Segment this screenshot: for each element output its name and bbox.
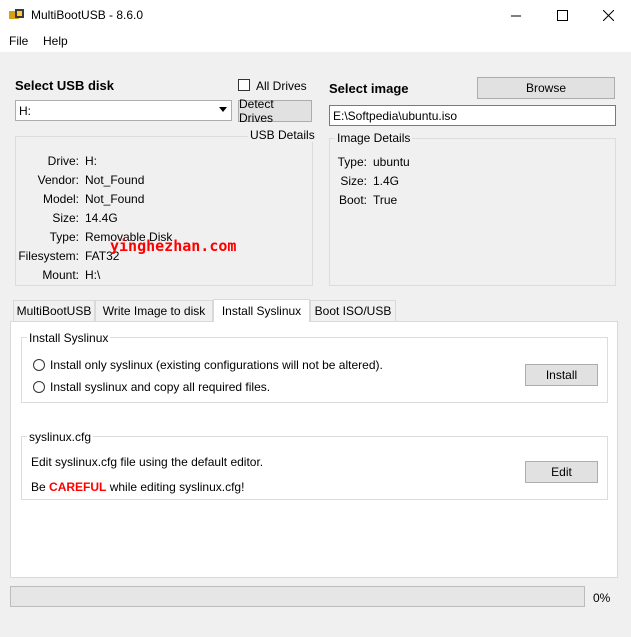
image-field-label: Boot: — [338, 193, 367, 207]
image-field-value: True — [373, 193, 398, 207]
image-field-value: 1.4G — [373, 174, 400, 188]
tab-install-syslinux[interactable]: Install Syslinux — [213, 299, 310, 322]
dropdown-arrow-icon — [219, 107, 227, 112]
cfg-warning-suffix: while editing syslinux.cfg! — [109, 480, 245, 494]
menu-help[interactable]: Help — [43, 34, 68, 48]
watermark-text: yinghezhan.com — [110, 237, 237, 255]
usb-field-label: Size: — [52, 211, 79, 225]
usb-field-label: Filesystem: — [18, 249, 79, 263]
install-syslinux-title: Install Syslinux — [27, 331, 111, 345]
option-install-copy-label: Install syslinux and copy all required f… — [50, 380, 271, 394]
edit-button[interactable]: Edit — [525, 461, 598, 483]
select-image-heading: Select image — [329, 81, 409, 96]
install-syslinux-group: Install only syslinux (existing configur… — [21, 337, 608, 403]
option-install-only-label: Install only syslinux (existing configur… — [50, 358, 383, 372]
image-field-label: Type: — [337, 155, 367, 169]
menu-file[interactable]: File — [9, 34, 28, 48]
usb-field-label: Drive: — [47, 154, 79, 168]
image-details-labels: Type: Size: Boot: — [330, 153, 367, 210]
image-path-value: E:\Softpedia\ubuntu.iso — [333, 109, 458, 123]
tab-boot-iso-usb[interactable]: Boot ISO/USB — [310, 300, 396, 321]
usb-field-value: 14.4G — [85, 211, 118, 225]
progress-bar — [10, 586, 585, 607]
usb-field-value: Not_Found — [85, 173, 145, 187]
image-field-value: ubuntu — [373, 155, 410, 169]
tab-multibootusb[interactable]: MultiBootUSB — [13, 300, 95, 321]
radio-install-only-syslinux[interactable] — [33, 359, 45, 371]
usb-field-label: Vendor: — [37, 173, 79, 187]
usb-disk-heading: Select USB disk — [15, 78, 114, 93]
usb-field-label: Type: — [49, 230, 79, 244]
close-button[interactable] — [585, 0, 631, 30]
install-button[interactable]: Install — [525, 364, 598, 386]
detect-drives-button[interactable]: Detect Drives — [238, 97, 312, 125]
window-title: MultiBootUSB - 8.6.0 — [31, 8, 144, 22]
menu-bar — [0, 30, 631, 52]
usb-details-group: Drive: Vendor: Model: Size: Type: Filesy… — [15, 136, 313, 286]
image-field-label: Size: — [340, 174, 367, 188]
all-drives-label: All Drives — [256, 79, 307, 93]
app-logo-icon — [9, 9, 24, 19]
tab-write-image[interactable]: Write Image to disk — [95, 300, 213, 321]
image-path-input[interactable]: E:\Softpedia\ubuntu.iso — [329, 105, 616, 126]
usb-disk-selected-value: H: — [19, 104, 31, 118]
tab-panel: Install only syslinux (existing configur… — [10, 321, 618, 578]
usb-details-title: USB Details — [248, 128, 317, 142]
cfg-description: Edit syslinux.cfg file using the default… — [31, 455, 264, 469]
minimize-icon — [510, 15, 521, 16]
minimize-button[interactable] — [493, 0, 539, 30]
usb-field-value: H: — [85, 154, 97, 168]
syslinux-cfg-title: syslinux.cfg — [27, 430, 94, 444]
browse-button[interactable]: Browse — [477, 77, 615, 99]
usb-details-values: H: Not_Found Not_Found 14.4G Removable D… — [85, 152, 172, 285]
usb-details-labels: Drive: Vendor: Model: Size: Type: Filesy… — [16, 152, 79, 285]
cfg-warning-prefix: Be — [31, 480, 46, 494]
usb-field-label: Model: — [42, 192, 79, 206]
radio-install-copy-files[interactable] — [33, 381, 45, 393]
maximize-icon — [556, 9, 568, 21]
cfg-warning: Be CAREFUL while editing syslinux.cfg! — [31, 480, 244, 494]
usb-field-label: Mount: — [42, 268, 79, 282]
usb-field-value: Not_Found — [85, 192, 145, 206]
usb-disk-select[interactable]: H: — [15, 100, 232, 121]
syslinux-cfg-group: Edit syslinux.cfg file using the default… — [21, 436, 608, 500]
image-details-values: ubuntu 1.4G True — [373, 153, 410, 210]
all-drives-checkbox[interactable] — [238, 79, 250, 91]
close-icon — [602, 9, 614, 21]
image-details-group: Type: Size: Boot: ubuntu 1.4G True — [329, 138, 616, 286]
progress-percent-label: 0% — [593, 591, 611, 605]
maximize-button[interactable] — [539, 0, 585, 30]
image-details-title: Image Details — [335, 131, 413, 145]
usb-field-value: H:\ — [85, 268, 101, 282]
cfg-warning-emphasis: CAREFUL — [49, 480, 107, 494]
